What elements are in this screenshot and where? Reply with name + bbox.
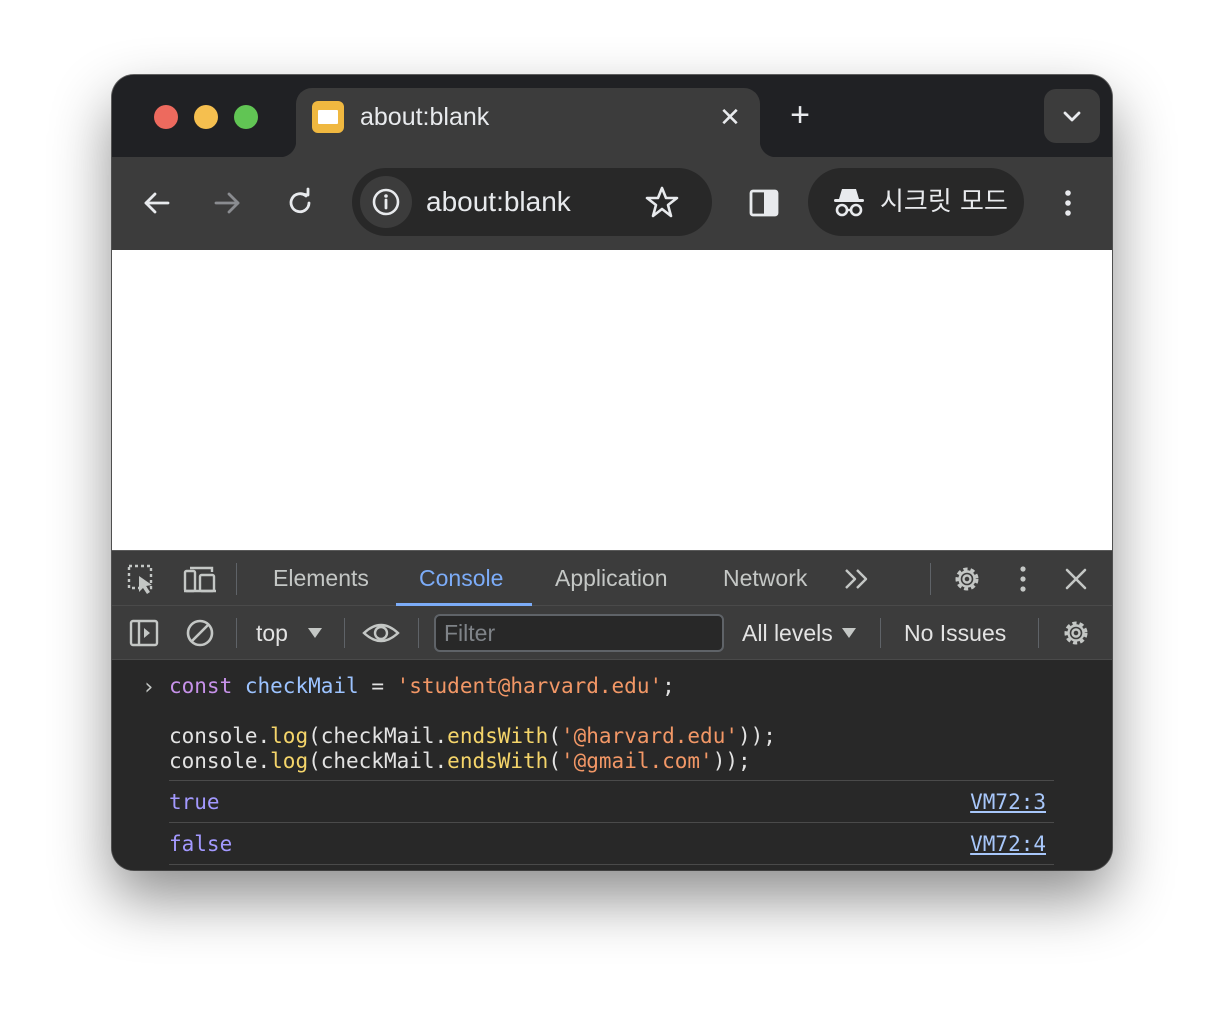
console-prompt-icon: › xyxy=(142,675,156,700)
code-string: '@gmail.com' xyxy=(560,749,713,773)
context-selector[interactable]: top xyxy=(256,619,288,647)
separator xyxy=(344,618,345,648)
code-object: console. xyxy=(169,749,271,773)
code-function: log xyxy=(270,749,309,773)
page-content[interactable] xyxy=(112,250,1112,550)
tab-search-button[interactable] xyxy=(1044,89,1100,143)
tab-network[interactable]: Network xyxy=(723,564,807,592)
code-punct: ( xyxy=(548,749,561,773)
code-punct: )); xyxy=(738,724,776,748)
filter-input[interactable] xyxy=(434,614,724,652)
code-string: 'student@harvard.edu' xyxy=(396,674,663,698)
code-keyword: const xyxy=(169,674,233,698)
window-maximize-button[interactable] xyxy=(234,105,258,129)
code-function: endsWith xyxy=(447,724,549,748)
source-link[interactable]: VM72:3 xyxy=(970,790,1046,815)
inspect-element-icon[interactable] xyxy=(126,563,160,595)
code-operator: = xyxy=(358,674,397,698)
separator xyxy=(880,618,881,648)
kebab-menu-icon[interactable] xyxy=(1050,185,1086,221)
reload-icon[interactable] xyxy=(282,185,318,221)
row-divider xyxy=(169,864,1054,865)
kebab-menu-icon[interactable] xyxy=(1010,563,1036,595)
device-toolbar-icon[interactable] xyxy=(182,563,218,595)
row-divider xyxy=(169,780,1054,781)
separator xyxy=(236,618,237,648)
eye-icon[interactable] xyxy=(362,618,400,648)
console-output-value: true xyxy=(169,790,220,814)
arrow-right-icon[interactable] xyxy=(210,185,246,221)
devtools-panel: Elements Console Application Network top… xyxy=(112,550,1112,870)
separator xyxy=(1038,618,1039,648)
separator xyxy=(930,563,931,595)
incognito-label: 시크릿 모드 xyxy=(880,187,1008,217)
incognito-badge[interactable]: 시크릿 모드 xyxy=(808,168,1024,236)
browser-window: about:blank ✕ + about:blank 시크릿 모드 Eleme… xyxy=(112,75,1112,870)
chevron-down-icon xyxy=(1063,111,1081,122)
code-punct: ( xyxy=(548,724,561,748)
gear-icon[interactable] xyxy=(950,562,984,596)
clear-console-icon[interactable] xyxy=(184,617,216,649)
code-object: console. xyxy=(169,724,271,748)
tab-close-icon[interactable]: ✕ xyxy=(716,103,744,131)
window-minimize-button[interactable] xyxy=(194,105,218,129)
tab-title: about:blank xyxy=(360,103,490,131)
arrow-left-icon[interactable] xyxy=(138,185,174,221)
browser-toolbar: about:blank 시크릿 모드 xyxy=(112,157,1112,250)
window-close-button[interactable] xyxy=(154,105,178,129)
star-icon[interactable] xyxy=(644,184,680,220)
source-link[interactable]: VM72:4 xyxy=(970,832,1046,857)
separator xyxy=(236,563,237,595)
issues-counter[interactable]: No Issues xyxy=(904,619,1006,647)
code-function: log xyxy=(270,724,309,748)
close-icon[interactable] xyxy=(1062,565,1090,593)
tab-elements[interactable]: Elements xyxy=(273,564,369,592)
info-icon xyxy=(372,188,400,216)
console-input-line[interactable]: const checkMail = 'student@harvard.edu'; xyxy=(169,674,675,699)
code-punct: )); xyxy=(712,749,751,773)
tab-about-blank[interactable]: about:blank ✕ xyxy=(280,88,776,157)
gear-icon[interactable] xyxy=(1059,616,1093,650)
code-variable: checkMail xyxy=(244,674,359,698)
tab-console[interactable]: Console xyxy=(419,564,503,592)
tab-strip: about:blank ✕ + xyxy=(112,75,1112,157)
code-string: '@harvard.edu' xyxy=(560,724,738,748)
code-function: endsWith xyxy=(447,749,549,773)
code-punct: ; xyxy=(662,674,675,698)
console-output-value: false xyxy=(169,832,233,856)
devtools-tab-bar: Elements Console Application Network xyxy=(112,550,1112,606)
code-punct: (checkMail. xyxy=(308,724,448,748)
console-input-line[interactable]: console.log(checkMail.endsWith('@harvard… xyxy=(169,724,776,749)
more-tabs-icon[interactable] xyxy=(842,566,872,592)
incognito-icon xyxy=(834,189,864,217)
site-info-button[interactable] xyxy=(360,176,412,228)
tab-application[interactable]: Application xyxy=(555,564,668,592)
new-tab-button[interactable]: + xyxy=(784,98,816,132)
code-punct: (checkMail. xyxy=(308,749,448,773)
dropdown-arrow-icon[interactable] xyxy=(306,626,324,640)
side-panel-icon[interactable] xyxy=(746,185,782,221)
favicon-icon xyxy=(312,101,344,133)
log-levels-selector[interactable]: All levels xyxy=(742,619,833,647)
row-divider xyxy=(169,822,1054,823)
separator xyxy=(418,618,419,648)
sidebar-toggle-icon[interactable] xyxy=(128,617,160,649)
address-bar[interactable]: about:blank xyxy=(352,168,712,236)
dropdown-arrow-icon[interactable] xyxy=(840,626,858,640)
address-url: about:blank xyxy=(426,186,571,217)
console-toolbar: top All levels No Issues xyxy=(112,606,1112,660)
console-input-line[interactable]: console.log(checkMail.endsWith('@gmail.c… xyxy=(169,749,751,774)
console-output: › const checkMail = 'student@harvard.edu… xyxy=(112,660,1112,870)
